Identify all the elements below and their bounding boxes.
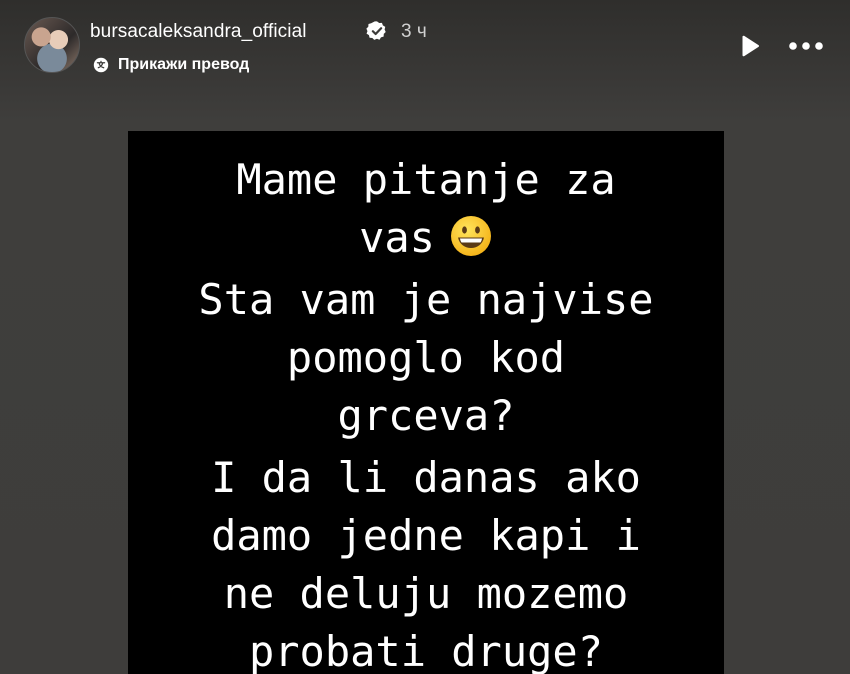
story-line: I da li danas ako [211,453,641,502]
story-line: vas [359,213,435,262]
story-line: Mame pitanje za [236,155,616,204]
show-translation-label: Прикажи превод [118,56,250,73]
story-line: ne deluju mozemo [223,569,629,618]
story-line: probati druge? [248,627,603,674]
story-text-block: Mame pitanje za vas Sta vam je najvise p… [128,131,724,674]
post-timestamp: 3 ч [401,21,427,42]
story-line: grceva? [337,391,515,440]
story-line: damo jedne kapi i [211,511,641,560]
play-button[interactable] [734,31,764,61]
avatar[interactable] [24,17,80,73]
more-options-button[interactable] [786,31,826,61]
verified-badge-icon [366,21,386,40]
show-translation-button[interactable]: Прикажи превод [92,56,249,74]
translate-icon [93,57,109,73]
grinning-face-emoji [450,216,491,256]
story-line-with-emoji: vas [128,209,724,267]
play-icon [742,35,760,57]
username-link[interactable]: bursacaleksandra_official [90,21,307,43]
story-line: Sta vam je najvise [198,275,654,324]
story-header: bursacaleksandra_official 3 ч Прикажи пр… [24,17,826,77]
story-line: pomoglo kod [286,333,566,382]
more-dots-icon [789,42,823,50]
